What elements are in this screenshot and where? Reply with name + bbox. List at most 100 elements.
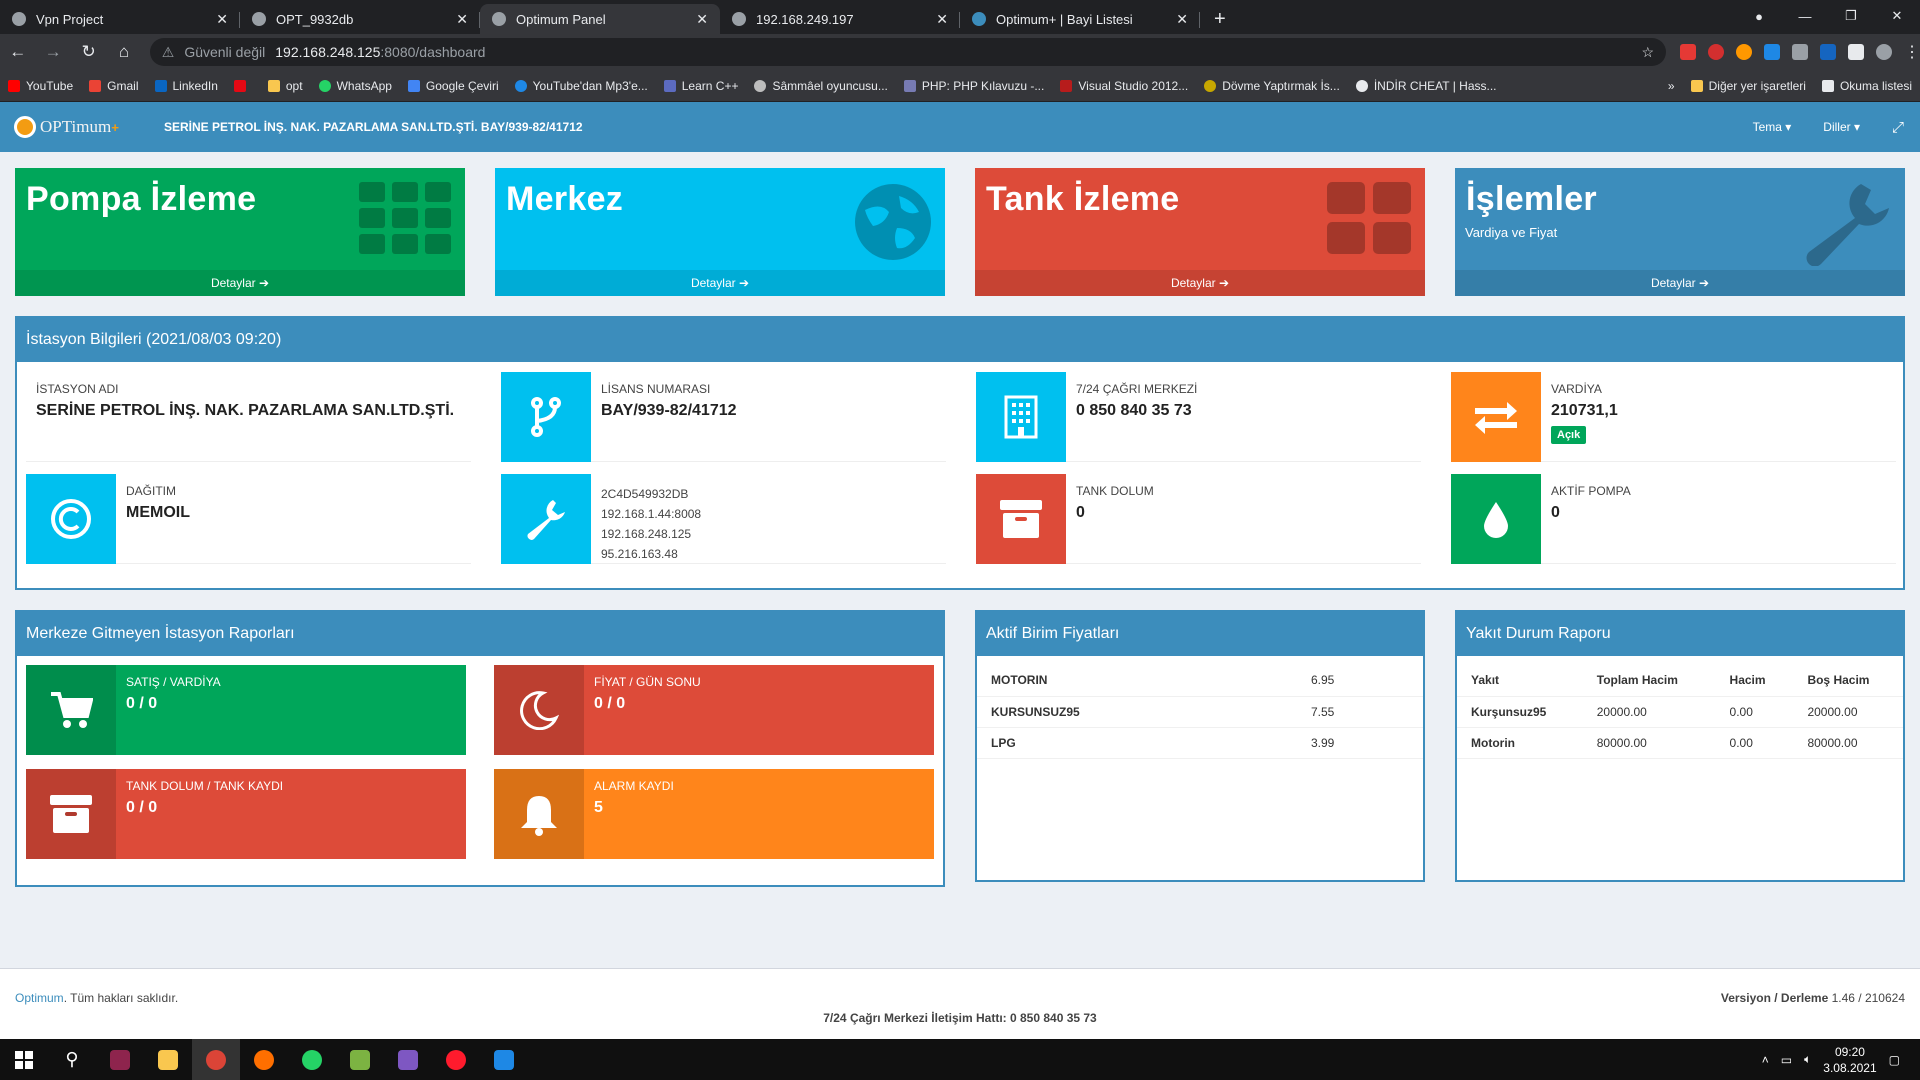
bookmark-star-icon[interactable]: ☆ — [1641, 44, 1654, 61]
chrome-icon[interactable] — [192, 1039, 240, 1080]
headphones-icon[interactable] — [240, 1039, 288, 1080]
close-window-icon[interactable]: ✕ — [1874, 8, 1920, 24]
new-tab-button[interactable]: + — [1200, 4, 1240, 34]
volume-icon[interactable]: 🔈︎ — [1804, 1052, 1811, 1067]
adblock-icon[interactable] — [1680, 44, 1696, 60]
tile-pompa-izleme[interactable]: Pompa İzleme Detaylar ➔ — [15, 168, 465, 296]
url-path: :8080/dashboard — [380, 44, 486, 60]
tile-tank-izleme[interactable]: Tank İzleme Detaylar ➔ — [975, 168, 1425, 296]
php-icon — [903, 79, 916, 92]
network-icon[interactable]: ▭ — [1781, 1053, 1792, 1067]
puzzle-icon[interactable] — [1848, 44, 1864, 60]
avatar[interactable] — [1876, 44, 1892, 60]
tile-islemler[interactable]: İşlemler Vardiya ve Fiyat Detaylar ➔ — [1455, 168, 1905, 296]
fullscreen-icon[interactable]: ⤢ — [1876, 119, 1920, 136]
version-value: 1.46 / 210624 — [1828, 991, 1905, 1005]
bookmark-linkedin[interactable]: LinkedIn — [147, 79, 226, 93]
minimize-icon[interactable]: — — [1782, 9, 1828, 24]
active-pump-box: AKTİF POMPA 0 — [1451, 474, 1896, 564]
windows-start-icon[interactable] — [0, 1039, 48, 1080]
close-tab-icon[interactable]: ✕ — [216, 11, 228, 28]
report-alarm[interactable]: ALARM KAYDI 5 — [494, 769, 934, 859]
close-tab-icon[interactable]: ✕ — [936, 11, 948, 28]
clock[interactable]: 09:20 3.08.2021 — [1823, 1044, 1876, 1076]
opera-icon[interactable] — [432, 1039, 480, 1080]
profile-download-icon[interactable]: ● — [1736, 9, 1782, 24]
tile-details-link[interactable]: Detaylar ➔ — [495, 270, 945, 296]
bookmark-whatsapp[interactable]: WhatsApp — [311, 79, 400, 93]
device-box: 2C4D549932DB 192.168.1.44:8008 192.168.248… — [501, 474, 946, 564]
extension-icon[interactable] — [1764, 44, 1780, 60]
restore-icon[interactable]: ❐ — [1828, 8, 1874, 24]
browser-tab[interactable]: Optimum+ | Bayi Listesi ✕ — [960, 4, 1200, 34]
reading-list[interactable]: Okuma listesi — [1814, 79, 1920, 93]
close-tab-icon[interactable]: ✕ — [456, 11, 468, 28]
shift-box: VARDİYA 210731,1 Açık — [1451, 372, 1896, 462]
page-icon — [12, 12, 26, 26]
branch-icon — [501, 372, 591, 462]
app-icon[interactable] — [96, 1039, 144, 1080]
close-tab-icon[interactable]: ✕ — [1176, 11, 1188, 28]
logo-mark-icon — [14, 116, 36, 138]
extension-icon[interactable] — [1736, 44, 1752, 60]
menu-icon[interactable]: ⋮ — [1904, 42, 1920, 62]
bookmark-youtube[interactable]: YouTube — [0, 79, 81, 93]
translate-icon — [407, 79, 420, 92]
fuel-status-box: Yakıt Durum Raporu Yakıt Toplam Hacim Haci… — [1455, 610, 1905, 882]
more-bookmarks-button[interactable]: » — [1660, 79, 1683, 93]
bookmark-translate[interactable]: Google Çeviri — [400, 79, 507, 93]
forward-icon[interactable]: → — [35, 42, 70, 62]
globe-icon — [492, 12, 506, 26]
browser-tab[interactable]: OPT_9932db ✕ — [240, 4, 480, 34]
shield-icon[interactable] — [1792, 44, 1808, 60]
report-tank-fill[interactable]: TANK DOLUM / TANK KAYDI 0 / 0 — [26, 769, 466, 859]
extension-icon[interactable] — [1708, 44, 1724, 60]
tile-details-link[interactable]: Detaylar ➔ — [975, 270, 1425, 296]
visual-studio-icon[interactable] — [384, 1039, 432, 1080]
bookmark-opt[interactable]: opt — [260, 79, 311, 93]
tile-merkez[interactable]: Merkez Detaylar ➔ — [495, 168, 945, 296]
other-bookmarks[interactable]: Diğer yer işaretleri — [1683, 79, 1814, 93]
back-icon[interactable]: ← — [0, 42, 35, 62]
notification-icon[interactable]: ▢ — [1889, 1053, 1900, 1067]
reports-header: Merkeze Gitmeyen İstasyon Raporları — [17, 612, 943, 656]
app-icon[interactable] — [480, 1039, 528, 1080]
browser-tab[interactable]: Vpn Project ✕ — [0, 4, 240, 34]
browser-tab[interactable]: 192.168.249.197 ✕ — [720, 4, 960, 34]
chevron-up-icon[interactable]: ˄ — [1762, 1053, 1769, 1067]
bookmark-php[interactable]: PHP: PHP Kılavuzu -... — [896, 79, 1053, 93]
browser-tab-active[interactable]: Optimum Panel ✕ — [480, 4, 720, 34]
table-row: Motorin 80000.00 0.00 80000.00 — [1457, 727, 1903, 759]
bookmark-dovme[interactable]: Dövme Yaptırmak İs... — [1196, 79, 1348, 93]
optimum-favicon-icon — [972, 12, 986, 26]
warning-icon: ⚠ — [161, 43, 175, 60]
extension-icon[interactable] — [1820, 44, 1836, 60]
address-bar[interactable]: ⚠ Güvenli değil 192.168.248.125:8080/das… — [149, 38, 1666, 66]
close-tab-icon[interactable]: ✕ — [696, 11, 708, 28]
wrench-icon — [501, 474, 591, 564]
reload-icon[interactable]: ↻ — [71, 42, 106, 62]
logo[interactable]: OPTimum + — [0, 116, 150, 138]
grid-icon — [359, 182, 453, 259]
bookmark-sammael[interactable]: Sâmmâel oyuncusu... — [746, 79, 895, 93]
globe-icon — [853, 182, 933, 267]
bookmark-mp3[interactable]: YouTube'dan Mp3'e... — [507, 79, 656, 93]
footer-brand-link[interactable]: Optimum — [15, 991, 64, 1005]
tile-details-link[interactable]: Detaylar ➔ — [1455, 270, 1905, 296]
bookmark-visual-studio[interactable]: Visual Studio 2012... — [1052, 79, 1196, 93]
bookmark-gmail[interactable]: Gmail — [81, 79, 146, 93]
report-sales-shift[interactable]: SATIŞ / VARDİYA 0 / 0 — [26, 665, 466, 755]
whatsapp-icon[interactable] — [288, 1039, 336, 1080]
file-explorer-icon[interactable] — [144, 1039, 192, 1080]
search-icon[interactable]: ⚲ — [48, 1039, 96, 1080]
report-price-daily[interactable]: FİYAT / GÜN SONU 0 / 0 — [494, 665, 934, 755]
theme-menu[interactable]: Tema ▾ — [1737, 120, 1808, 134]
home-icon[interactable]: ⌂ — [106, 42, 141, 62]
app-icon[interactable] — [336, 1039, 384, 1080]
bookmark-learn-cpp[interactable]: Learn C++ — [656, 79, 747, 93]
tile-details-link[interactable]: Detaylar ➔ — [15, 270, 465, 296]
language-menu[interactable]: Diller ▾ — [1807, 120, 1876, 134]
bookmark-netflix[interactable] — [226, 79, 260, 92]
prices-box: Aktif Birim Fiyatları MOTORIN 6.95 KURSUN… — [975, 610, 1425, 882]
bookmark-cheat[interactable]: İNDİR CHEAT | Hass... — [1348, 79, 1505, 93]
